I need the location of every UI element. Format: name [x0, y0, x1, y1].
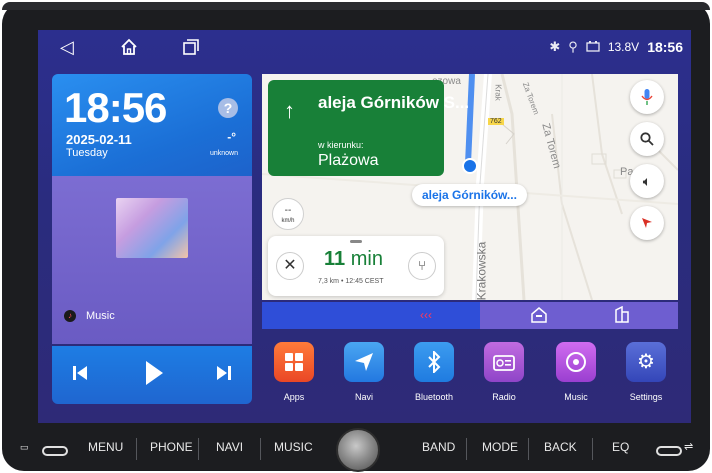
- map-dock: ‹‹‹: [262, 302, 678, 329]
- divider: [136, 438, 137, 460]
- apps-grid-icon: [274, 342, 314, 382]
- divider: [260, 438, 261, 460]
- current-street-chip: aleja Górników...: [412, 184, 527, 206]
- dock-left-panel: ‹‹‹: [262, 302, 480, 329]
- home-icon[interactable]: [120, 38, 138, 59]
- battery-icon: [586, 40, 600, 55]
- road-number-badge: 762: [488, 118, 504, 125]
- status-time: 18:56: [647, 39, 683, 55]
- weather-temperature: -°: [227, 130, 236, 144]
- location-icon: ⚲: [568, 39, 578, 54]
- app-label: Bluetooth: [414, 392, 454, 402]
- voice-search-icon[interactable]: [630, 80, 664, 114]
- clock-day: Tuesday: [66, 147, 108, 159]
- speed-value: --: [284, 205, 292, 216]
- home-screen-icon[interactable]: [530, 306, 548, 327]
- hw-music-button[interactable]: MUSIC: [274, 440, 313, 454]
- close-navigation-icon[interactable]: ✕: [276, 252, 304, 280]
- hw-menu-button[interactable]: MENU: [88, 440, 123, 454]
- app-bluetooth[interactable]: Bluetooth: [412, 342, 456, 402]
- app-radio[interactable]: Radio: [482, 342, 526, 402]
- gear-icon: ⚙: [626, 342, 666, 382]
- hw-phone-button[interactable]: PHONE: [150, 440, 193, 454]
- collapse-arrows-icon[interactable]: ‹‹‹: [420, 308, 432, 322]
- destination-name: Plażowa: [318, 152, 379, 169]
- eta-minutes: 11: [324, 248, 346, 270]
- navigation-map[interactable]: ezowa Krak Za Torem Za Torem 762 Pa Krak…: [262, 74, 678, 300]
- app-apps[interactable]: Apps: [272, 342, 316, 402]
- app-label: Settings: [629, 392, 663, 402]
- speed-unit: km/h: [281, 218, 295, 224]
- split-screen-icon[interactable]: [614, 305, 630, 327]
- hw-navi-button[interactable]: NAVI: [216, 440, 243, 454]
- divider: [592, 438, 593, 460]
- compass-icon[interactable]: [630, 206, 664, 240]
- app-label: Music: [564, 392, 588, 402]
- app-music[interactable]: Music: [554, 342, 598, 402]
- search-icon[interactable]: [630, 122, 664, 156]
- clock-date: 2025-02-11: [66, 132, 132, 147]
- album-art: [116, 198, 188, 258]
- volume-knob[interactable]: [336, 428, 380, 472]
- head-unit-device: ◁ ✱ ⚲ 13.8V 18:56 18:56 2025-02-11 Tuesd…: [2, 2, 710, 472]
- power-pill-button[interactable]: [42, 446, 68, 456]
- clock-time: 18:56: [64, 84, 167, 131]
- map-label: Krakowska: [474, 241, 489, 300]
- divider: [528, 438, 529, 460]
- music-note-icon: ♪: [64, 310, 76, 322]
- divider: [198, 438, 199, 460]
- hw-band-button[interactable]: BAND: [422, 440, 455, 454]
- drag-handle[interactable]: [350, 240, 362, 243]
- bluetooth-icon: [414, 342, 454, 382]
- radio-icon: [484, 342, 524, 382]
- previous-track-icon[interactable]: [72, 364, 88, 387]
- voltage-readout: 13.8V: [607, 40, 640, 54]
- towards-label: w kierunku:: [318, 140, 364, 150]
- card-slot-icon: ▭: [20, 442, 29, 452]
- usb-pill-button[interactable]: [656, 446, 682, 456]
- navigation-arrow-icon: [344, 342, 384, 382]
- eta-details: 7,3 km • 12:45 CEST: [318, 278, 384, 285]
- player-controls: [52, 346, 252, 404]
- clock-widget[interactable]: 18:56 2025-02-11 Tuesday ? -° unknown: [52, 74, 252, 192]
- straight-arrow-icon: ↑: [284, 98, 295, 123]
- music-label: Music: [86, 310, 115, 322]
- next-track-icon[interactable]: [216, 364, 232, 387]
- map-label: Krak: [493, 84, 503, 101]
- divider: [466, 438, 467, 460]
- alternate-routes-icon[interactable]: ⑂: [408, 252, 436, 280]
- turn-instruction-card[interactable]: ↑ aleja Górników S... w kierunku: Plażow…: [268, 80, 470, 176]
- eta-panel[interactable]: ✕ 11 min 7,3 km • 12:45 CEST ⑂: [268, 236, 444, 296]
- usb-icon: ⇌: [684, 441, 694, 453]
- hw-mode-button[interactable]: MODE: [482, 440, 518, 454]
- volume-icon[interactable]: 🔈︎: [630, 164, 664, 198]
- hw-eq-button[interactable]: EQ: [612, 440, 629, 454]
- speed-indicator: -- km/h: [272, 198, 304, 230]
- next-street: aleja Górników S...: [318, 93, 470, 112]
- recents-icon[interactable]: [182, 38, 200, 59]
- back-icon[interactable]: ◁: [60, 38, 74, 56]
- bluetooth-icon: ✱: [549, 39, 561, 54]
- eta-time: 11 min: [324, 248, 383, 271]
- weather-icon: ?: [218, 98, 238, 118]
- status-area: ✱ ⚲ 13.8V 18:56: [549, 39, 683, 55]
- weather-condition: unknown: [209, 150, 238, 157]
- app-label: Navi: [354, 392, 373, 402]
- music-widget[interactable]: ♪ Music: [52, 176, 252, 344]
- app-navi[interactable]: Navi: [342, 342, 386, 402]
- music-disc-icon: [556, 342, 596, 382]
- eta-unit: min: [350, 248, 383, 270]
- hw-back-button[interactable]: BACK: [544, 440, 577, 454]
- dock-right-panel: [480, 302, 678, 329]
- play-icon[interactable]: [144, 360, 164, 391]
- app-label: Radio: [492, 392, 516, 402]
- app-settings[interactable]: ⚙ Settings: [624, 342, 668, 402]
- screen: ◁ ✱ ⚲ 13.8V 18:56 18:56 2025-02-11 Tuesd…: [38, 30, 691, 423]
- app-label: Apps: [283, 392, 305, 402]
